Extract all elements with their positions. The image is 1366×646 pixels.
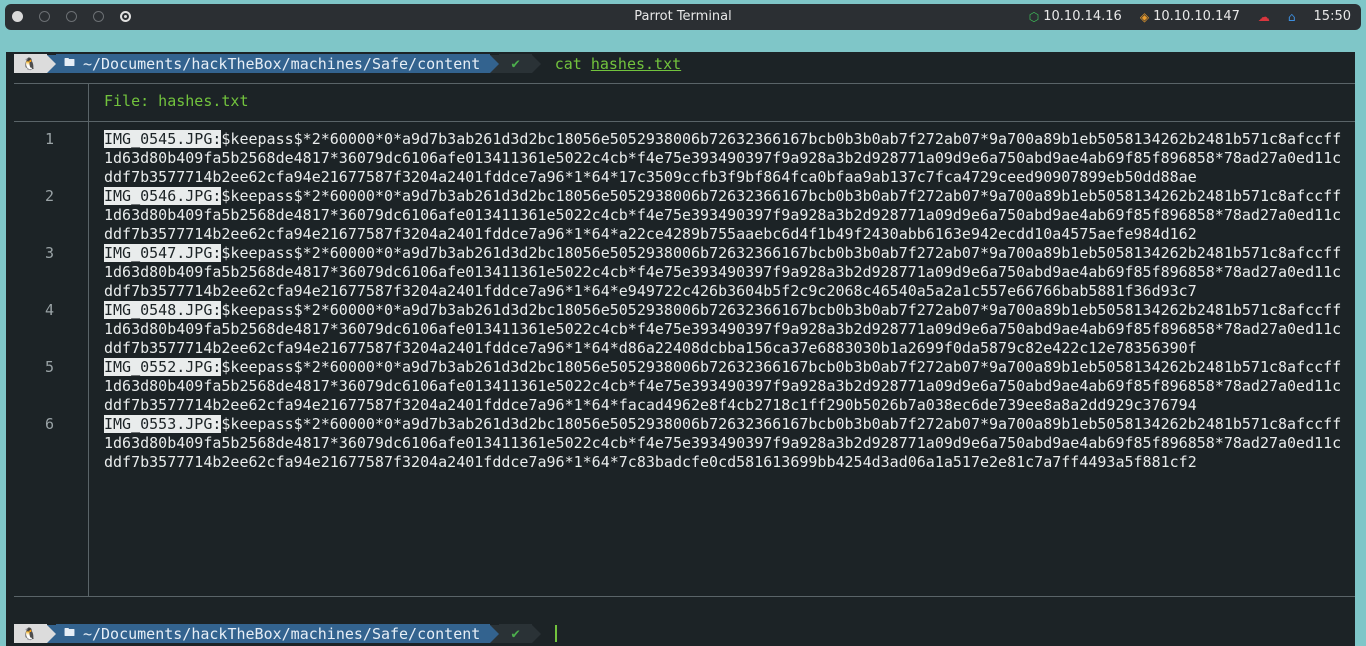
home-icon[interactable]: ⌂ (1288, 10, 1296, 24)
clock: 15:50 (1313, 9, 1351, 24)
file-line: 2 IMG_0546.JPG:$keepass$*2*60000*0*a9d7b… (14, 187, 1355, 244)
linux-icon: 🐧 (14, 624, 47, 643)
file-line: 5 IMG_0552.JPG:$keepass$*2*60000*0*a9d7b… (14, 358, 1355, 415)
file-line: 4 IMG_0548.JPG:$keepass$*2*60000*0*a9d7b… (14, 301, 1355, 358)
line-number: 3 (44, 244, 54, 262)
line-number: 5 (44, 358, 54, 376)
terminal-window[interactable]: 🐧 🖿 ~/Documents/hackTheBox/machines/Safe… (6, 52, 1355, 646)
bat-output-frame: File: hashes.txt 1 IMG_0545.JPG:$keepass… (14, 83, 1355, 597)
hash-text: $keepass$*2*60000*0*a9d7b3ab261d3d2bc180… (104, 187, 1342, 243)
file-line: 3 IMG_0547.JPG:$keepass$*2*60000*0*a9d7b… (14, 244, 1355, 301)
prompt-path: ~/Documents/hackTheBox/machines/Safe/con… (82, 54, 481, 73)
file-line: 6 IMG_0553.JPG:$keepass$*2*60000*0*a9d7b… (14, 415, 1355, 472)
prompt-line: 🐧 🖿 ~/Documents/hackTheBox/machines/Safe… (14, 624, 557, 643)
command: cat (554, 54, 582, 73)
filename: IMG_0548.JPG: (104, 301, 222, 319)
linux-icon: 🐧 (14, 54, 47, 73)
line-number: 6 (44, 415, 54, 433)
file-header: File: hashes.txt (104, 92, 249, 110)
hash-text: $keepass$*2*60000*0*a9d7b3ab261d3d2bc180… (104, 358, 1342, 414)
prompt-separator (46, 54, 56, 73)
target-ip: 10.10.10.147 (1153, 9, 1240, 24)
filename: IMG_0553.JPG: (104, 415, 222, 433)
folder-icon: 🖿 (63, 626, 75, 639)
line-number: 4 (44, 301, 54, 319)
prompt-path: ~/Documents/hackTheBox/machines/Safe/con… (82, 624, 481, 643)
line-number: 1 (44, 130, 54, 148)
hash-text: $keepass$*2*60000*0*a9d7b3ab261d3d2bc180… (104, 415, 1342, 471)
system-tray: ⬡ 10.10.14.16 ◈ 10.10.10.147 ☁ ⌂ 15:50 (1029, 9, 1351, 24)
command-argument[interactable]: hashes.txt (591, 55, 681, 73)
prompt-separator (531, 624, 541, 643)
cloud-icon[interactable]: ☁ (1258, 10, 1270, 24)
filename: IMG_0547.JPG: (104, 244, 222, 262)
hash-text: $keepass$*2*60000*0*a9d7b3ab261d3d2bc180… (104, 301, 1342, 357)
line-number: 2 (44, 187, 54, 205)
prompt-separator (490, 54, 500, 73)
status-check-icon: ✔ (499, 54, 532, 73)
filename: IMG_0552.JPG: (104, 358, 222, 376)
status-check-icon: ✔ (499, 624, 532, 643)
hash-text: $keepass$*2*60000*0*a9d7b3ab261d3d2bc180… (104, 244, 1342, 300)
filename: IMG_0546.JPG: (104, 187, 222, 205)
folder-icon: 🖿 (63, 56, 75, 69)
file-content: 1 IMG_0545.JPG:$keepass$*2*60000*0*a9d7b… (14, 130, 1355, 472)
prompt-separator (531, 54, 541, 73)
top-panel: Parrot Terminal ⬡ 10.10.14.16 ◈ 10.10.10… (5, 4, 1361, 30)
prompt-path-segment: 🖿 ~/Documents/hackTheBox/machines/Safe/c… (55, 54, 491, 73)
filename: IMG_0545.JPG: (104, 130, 222, 148)
prompt-separator (46, 624, 56, 643)
vpn-ip: 10.10.14.16 (1043, 9, 1122, 24)
text-cursor[interactable] (554, 625, 557, 642)
prompt-path-segment: 🖿 ~/Documents/hackTheBox/machines/Safe/c… (55, 624, 491, 643)
prompt-line: 🐧 🖿 ~/Documents/hackTheBox/machines/Safe… (14, 54, 681, 73)
target-icon: ◈ (1139, 9, 1150, 24)
prompt-separator (490, 624, 500, 643)
file-line: 1 IMG_0545.JPG:$keepass$*2*60000*0*a9d7b… (14, 130, 1355, 187)
header-divider (14, 121, 1355, 122)
vpn-icon: ⬡ (1028, 9, 1040, 24)
hash-text: $keepass$*2*60000*0*a9d7b3ab261d3d2bc180… (104, 130, 1342, 186)
